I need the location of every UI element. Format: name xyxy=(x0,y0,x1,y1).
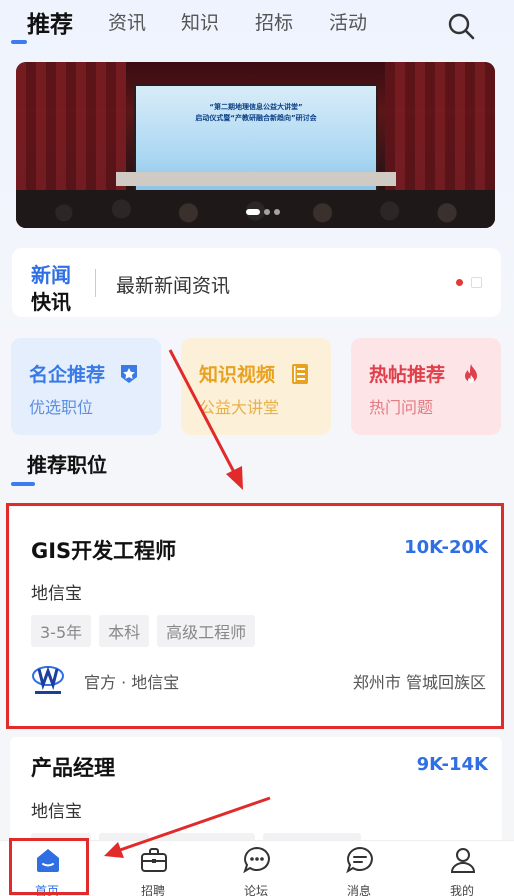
banner-carousel[interactable]: “第二期地理信息公益大讲堂” 启动仪式暨“产教研融合新趋向”研讨会 xyxy=(16,62,495,228)
news-indicator-dot xyxy=(471,277,482,288)
news-indicator-dot xyxy=(456,279,463,286)
job-title: GIS开发工程师 xyxy=(31,539,177,563)
tab-knowledge[interactable]: 知识 xyxy=(181,8,219,35)
feature-card-title: 名企推荐 xyxy=(29,364,106,386)
job-company: 地信宝 xyxy=(31,802,82,822)
document-icon xyxy=(292,364,308,384)
nav-label: 消息 xyxy=(346,884,371,896)
feature-card-hot-posts[interactable]: 热帖推荐 热门问题 xyxy=(351,338,501,435)
job-publisher: 官方 · 地信宝 xyxy=(84,673,180,692)
nav-item-messages[interactable]: 消息 xyxy=(309,841,409,896)
tab-recommend[interactable]: 推荐 xyxy=(27,5,73,39)
section-title: 推荐职位 xyxy=(27,453,107,477)
tab-bidding[interactable]: 招标 xyxy=(255,8,293,35)
star-badge-icon xyxy=(121,365,137,383)
news-flash-logo-line2: 快讯 xyxy=(31,290,71,314)
nav-item-home[interactable]: 首页 xyxy=(0,841,97,896)
job-salary: 10K-20K xyxy=(404,537,488,558)
search-icon[interactable] xyxy=(446,11,476,41)
home-icon xyxy=(37,849,59,872)
nav-label: 招聘 xyxy=(140,884,165,896)
job-salary: 9K-14K xyxy=(416,754,488,775)
divider xyxy=(95,269,96,297)
briefcase-icon xyxy=(141,848,167,872)
bottom-navigation: 首页 招聘 论坛 消息 我的 xyxy=(0,840,514,896)
job-card[interactable]: 产品经理 9K-14K 地信宝 1-3年 本科 中级工程师 高级工程师 xyxy=(10,737,502,857)
message-icon xyxy=(346,846,373,874)
nav-item-profile[interactable]: 我的 xyxy=(412,841,512,896)
job-tag: 本科 xyxy=(99,615,150,647)
nav-label: 首页 xyxy=(34,884,59,896)
nav-label: 论坛 xyxy=(243,884,268,896)
feature-card-title: 热帖推荐 xyxy=(369,364,446,386)
job-company: 地信宝 xyxy=(31,584,82,604)
top-tab-bar: 推荐 资讯 知识 招标 活动 xyxy=(0,0,514,48)
news-flash-logo-line1: 新闻 xyxy=(31,263,71,287)
tab-activity[interactable]: 活动 xyxy=(329,8,367,35)
job-location: 郑州市 管城回族区 xyxy=(352,673,486,692)
news-flash-text: 最新新闻资讯 xyxy=(116,275,231,297)
feature-card-subtitle: 优选职位 xyxy=(29,398,94,417)
job-title: 产品经理 xyxy=(31,756,115,780)
banner-screen-text: “第二期地理信息公益大讲堂” 启动仪式暨“产教研融合新趋向”研讨会 xyxy=(195,103,317,122)
feature-card-subtitle: 公益大讲堂 xyxy=(199,398,280,417)
feature-card-subtitle: 热门问题 xyxy=(369,398,434,417)
feature-card-knowledge-video[interactable]: 知识视频 公益大讲堂 xyxy=(181,338,331,435)
fire-icon xyxy=(465,364,477,383)
job-tag: 高级工程师 xyxy=(157,615,256,647)
job-card[interactable]: GIS开发工程师 10K-20K 地信宝 3-5年 本科 高级工程师 官方 · … xyxy=(10,507,502,726)
chat-icon xyxy=(243,846,270,874)
nav-label: 我的 xyxy=(449,884,474,896)
news-flash-bar[interactable]: 新闻 快讯 最新新闻资讯 xyxy=(12,248,501,317)
job-tag: 3-5年 xyxy=(31,615,92,647)
feature-card-top-companies[interactable]: 名企推荐 优选职位 xyxy=(11,338,161,435)
nav-item-jobs[interactable]: 招聘 xyxy=(103,841,203,896)
active-tab-indicator xyxy=(11,40,27,44)
job-tags: 3-5年 本科 高级工程师 xyxy=(31,615,256,647)
section-title-underline xyxy=(11,482,35,486)
company-logo xyxy=(32,666,64,694)
nav-item-forum[interactable]: 论坛 xyxy=(206,841,306,896)
banner-stage-table xyxy=(116,172,396,186)
arrow-head xyxy=(226,466,243,490)
tab-news[interactable]: 资讯 xyxy=(108,8,146,35)
carousel-indicator xyxy=(246,209,280,215)
feature-card-title: 知识视频 xyxy=(199,364,276,386)
user-icon xyxy=(450,848,476,873)
